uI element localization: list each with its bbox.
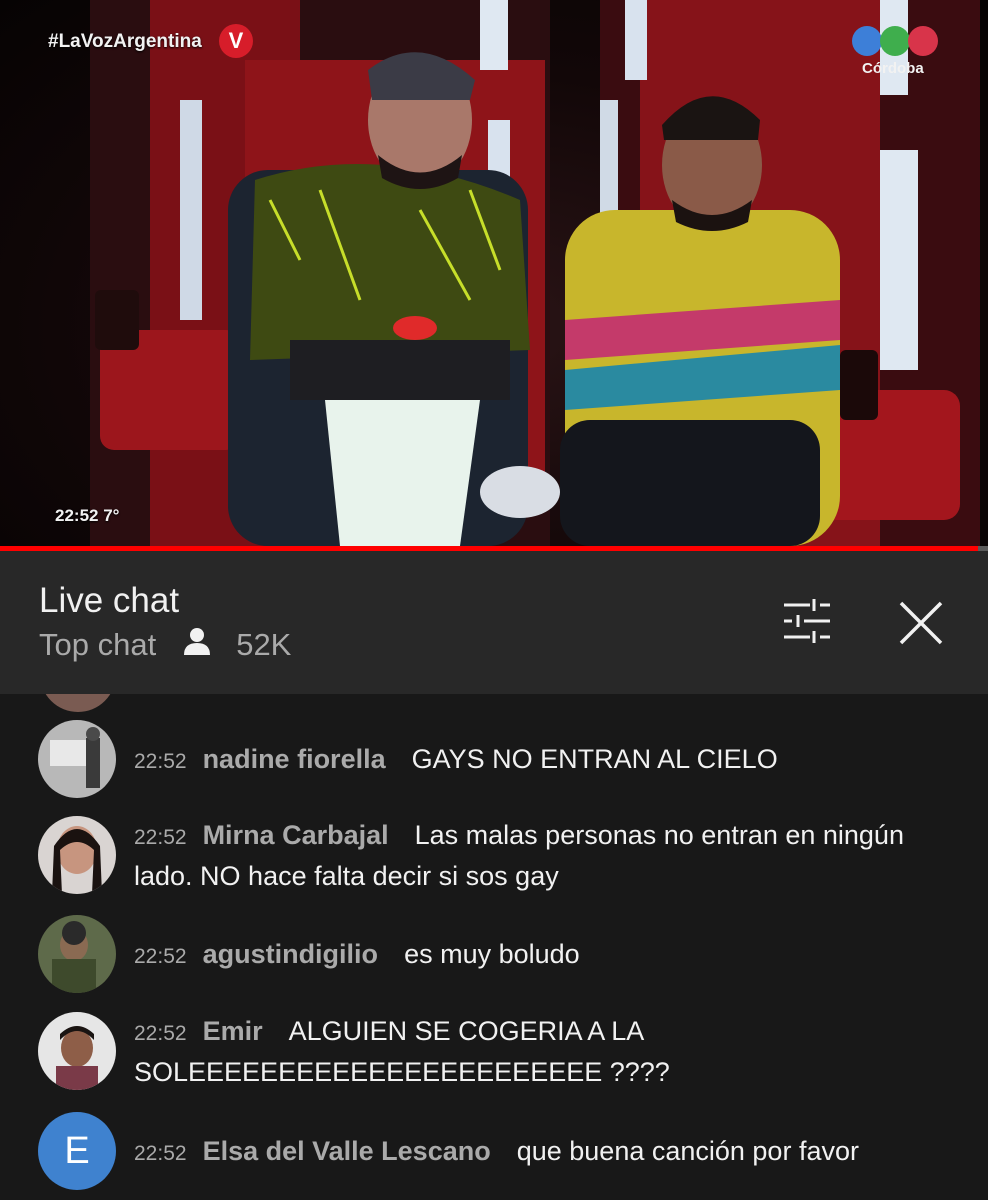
message-time: 22:52 — [134, 1142, 187, 1165]
message-text: GAYS NO ENTRAN AL CIELO — [411, 744, 778, 774]
close-chat-button[interactable] — [897, 599, 945, 647]
station-logo: Córdoba — [848, 26, 944, 82]
message-text: es muy boludo — [404, 939, 580, 969]
station-label: Córdoba — [862, 60, 924, 77]
avatar — [40, 694, 116, 712]
message-time: 22:52 — [134, 750, 187, 773]
sliders-icon — [784, 599, 830, 643]
chat-filter-button[interactable] — [782, 597, 832, 645]
message-author[interactable]: agustindigilio — [203, 939, 379, 969]
person-icon — [184, 627, 211, 663]
message-time: 22:52 — [134, 826, 187, 849]
message-time: 22:52 — [134, 945, 187, 968]
avatar — [38, 816, 116, 894]
video-frame — [90, 0, 980, 546]
viewer-count: 52K — [236, 627, 292, 662]
avatar — [38, 720, 116, 798]
message-author[interactable]: nadine fiorella — [203, 744, 386, 774]
message-time: 22:52 — [134, 1022, 187, 1045]
message-author[interactable]: Emir — [203, 1016, 263, 1046]
live-stream-screen: #LaVozArgentina V Córdoba 22:52 7° Live … — [0, 0, 988, 1200]
message-author[interactable]: Mirna Carbajal — [203, 820, 389, 850]
broadcast-clock: 22:52 7° — [55, 506, 120, 525]
video-player[interactable]: #LaVozArgentina V Córdoba 22:52 7° — [0, 0, 988, 546]
channel-logo: V — [219, 24, 253, 58]
chat-mode-label: Top chat — [39, 627, 157, 662]
chat-message-list[interactable]: 22:52 nadine fiorella GAYS NO ENTRAN AL CI… — [0, 694, 988, 1200]
avatar — [38, 1012, 116, 1090]
close-icon — [899, 601, 943, 645]
message-text: que buena canción por favor — [516, 1136, 859, 1166]
station-dot-blue — [852, 26, 882, 56]
avatar — [38, 915, 116, 993]
chat-mode-selector[interactable]: Top chat 52K — [39, 627, 291, 663]
chat-header: Live chat Top chat 52K — [0, 551, 988, 694]
station-dot-green — [880, 26, 910, 56]
avatar: E — [38, 1112, 116, 1190]
chat-title: Live chat — [39, 581, 180, 620]
message-author[interactable]: Elsa del Valle Lescano — [203, 1136, 491, 1166]
show-hashtag: #LaVozArgentina — [48, 31, 202, 52]
station-dot-red — [908, 26, 938, 56]
